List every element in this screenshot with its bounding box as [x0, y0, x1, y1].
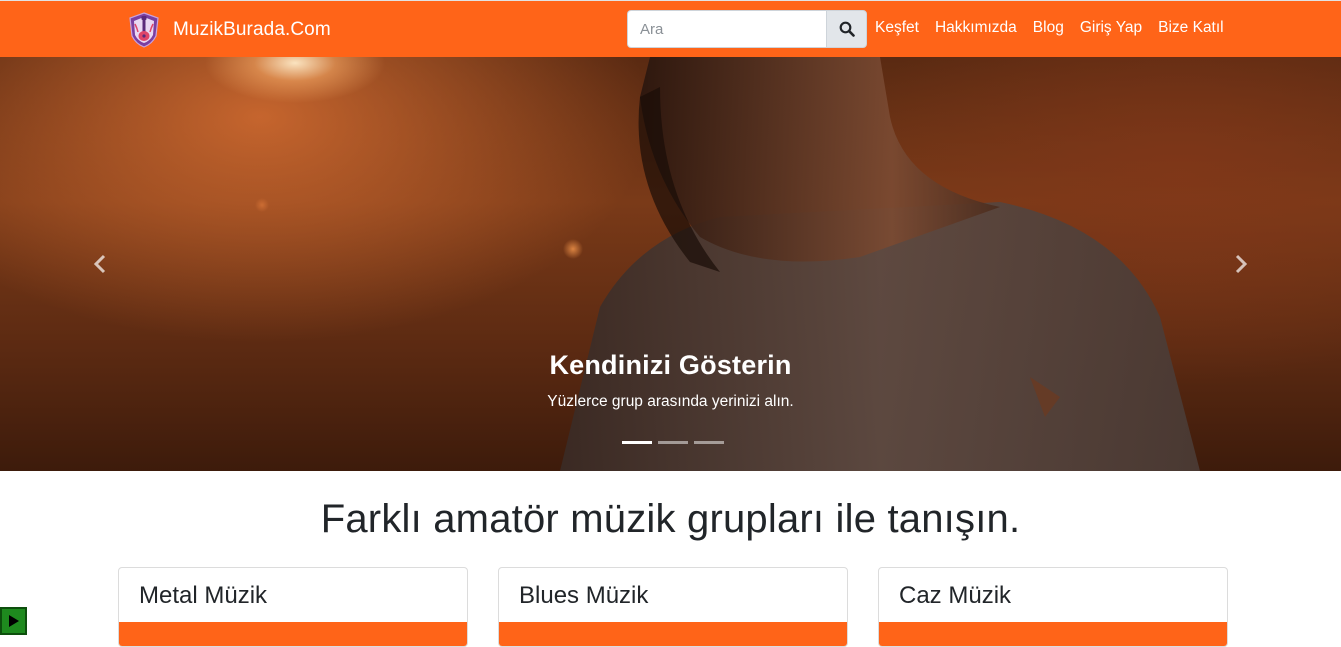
section-heading: Farklı amatör müzik grupları ile tanışın… — [320, 497, 1021, 541]
carousel-caption-title: Kendinizi Gösterin — [549, 350, 792, 380]
carousel-caption: Kendinizi Gösterin Yüzlerce grup arasınd… — [0, 350, 1341, 411]
card-title: Blues Müzik — [519, 582, 649, 609]
carousel-indicator-1[interactable] — [622, 441, 652, 444]
nav-link-giris-yap[interactable]: Giriş Yap — [1080, 19, 1142, 37]
nav-link-kesfet[interactable]: Keşfet — [875, 19, 919, 37]
card-title: Caz Müzik — [899, 582, 1012, 609]
hero-carousel: Kendinizi Gösterin Yüzlerce grup arasınd… — [0, 57, 1341, 471]
chevron-right-icon — [1235, 254, 1248, 274]
search-button[interactable] — [826, 10, 867, 48]
carousel-caption-text: Yüzlerce grup arasında yerinizi alın. — [547, 393, 794, 410]
genre-card-metal[interactable]: Metal Müzik — [118, 567, 468, 647]
genre-card-blues[interactable]: Blues Müzik — [498, 567, 848, 647]
genre-card-caz[interactable]: Caz Müzik — [878, 567, 1228, 647]
carousel-indicator-2[interactable] — [658, 441, 688, 444]
brand-link[interactable]: MuzikBurada.Com — [128, 12, 331, 48]
play-icon — [8, 615, 19, 627]
chevron-left-icon — [93, 254, 106, 274]
brand-name: MuzikBurada.Com — [173, 19, 331, 40]
carousel-indicator-3[interactable] — [694, 441, 724, 444]
nav-links: Keşfet Hakkımızda Blog Giriş Yap Bize Ka… — [875, 19, 1240, 37]
nav-link-blog[interactable]: Blog — [1033, 19, 1064, 37]
navbar: MuzikBurada.Com Keşfet Hakkımızda Blog G… — [0, 0, 1341, 57]
nav-link-bize-katil[interactable]: Bize Katıl — [1158, 19, 1223, 37]
guitar-logo-icon — [129, 12, 159, 48]
play-button[interactable] — [0, 607, 27, 635]
search-form — [627, 10, 867, 48]
carousel-indicators — [622, 441, 730, 444]
card-title: Metal Müzik — [139, 582, 268, 609]
search-input[interactable] — [627, 10, 826, 48]
nav-link-hakkimizda[interactable]: Hakkımızda — [935, 19, 1017, 37]
search-icon — [839, 21, 855, 37]
